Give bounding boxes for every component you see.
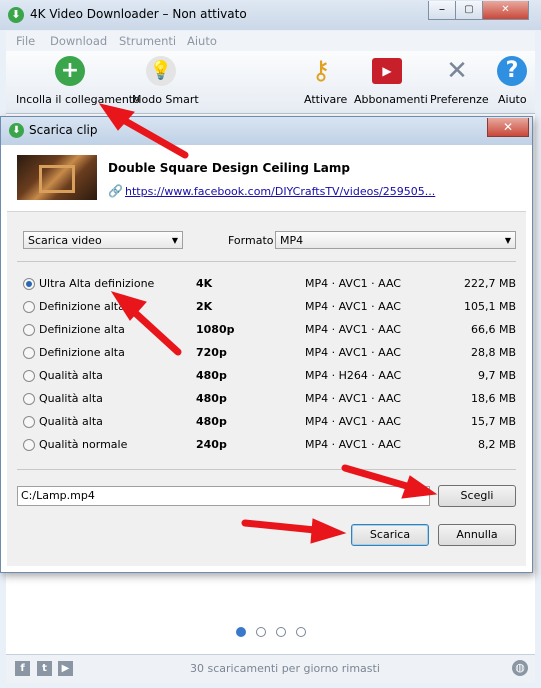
arrow-to-download-button [241,518,347,544]
arrow-to-choose-button [341,464,438,499]
arrow-to-uhd-option [110,291,182,356]
annotation-arrows [98,103,438,544]
arrow-to-paste-link [98,103,189,159]
